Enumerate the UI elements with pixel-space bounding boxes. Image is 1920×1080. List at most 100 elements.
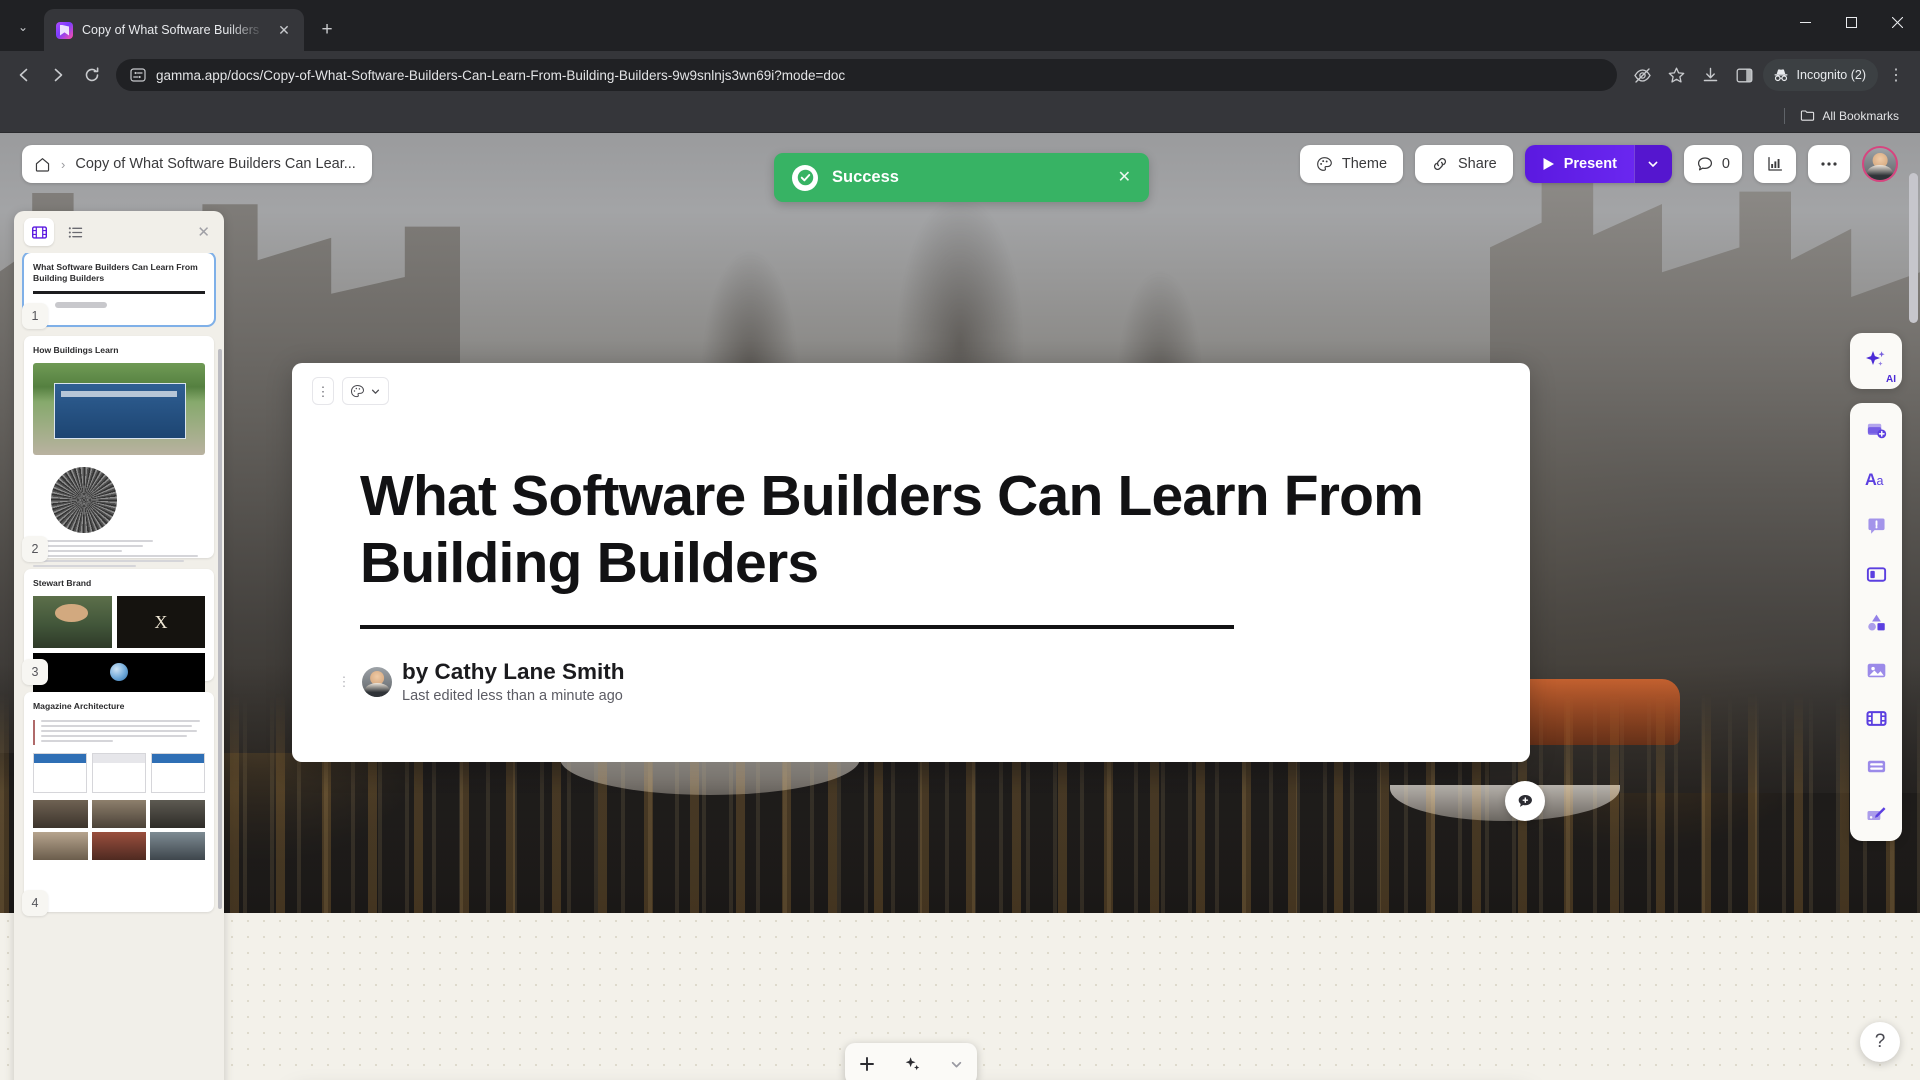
toast-message: Success bbox=[832, 168, 899, 186]
slide-number: 2 bbox=[22, 536, 48, 562]
list-icon bbox=[67, 224, 84, 241]
slide-title: What Software Builders Can Learn From Bu… bbox=[33, 262, 198, 284]
browser-tab[interactable]: Copy of What Software Builders ✕ bbox=[44, 9, 304, 51]
page-title[interactable]: What Software Builders Can Learn From Bu… bbox=[360, 463, 1450, 598]
breadcrumb-separator: › bbox=[61, 156, 66, 172]
page-settings-icon[interactable] bbox=[130, 67, 146, 83]
breadcrumb-title: Copy of What Software Builders Can Lear.… bbox=[75, 156, 356, 172]
tab-cards-view[interactable] bbox=[24, 218, 54, 246]
incognito-indicator[interactable]: Incognito (2) bbox=[1762, 59, 1878, 91]
eye-off-icon[interactable] bbox=[1627, 59, 1659, 91]
add-card-button[interactable] bbox=[858, 1055, 876, 1073]
forward-icon[interactable] bbox=[42, 59, 74, 91]
breadcrumb[interactable]: › Copy of What Software Builders Can Lea… bbox=[22, 145, 372, 183]
ai-tool-button[interactable]: AI bbox=[1850, 333, 1902, 389]
slide-thumbnail-3[interactable]: Stewart Brand 3 bbox=[22, 569, 214, 700]
thumb-image-book-x bbox=[117, 596, 205, 649]
analytics-button[interactable] bbox=[1754, 145, 1796, 183]
slide-title: Magazine Architecture bbox=[33, 701, 125, 711]
close-icon[interactable]: ✕ bbox=[1118, 169, 1131, 186]
embed-icon[interactable] bbox=[1857, 747, 1895, 785]
thumb-image-portrait bbox=[33, 596, 113, 649]
more-horizontal-icon bbox=[1820, 161, 1838, 167]
thumb-card bbox=[92, 753, 146, 794]
gamma-logo-icon bbox=[56, 21, 73, 39]
back-icon[interactable] bbox=[8, 59, 40, 91]
folder-icon bbox=[1800, 108, 1815, 123]
theme-button[interactable]: Theme bbox=[1299, 145, 1404, 183]
thumb-text-lines bbox=[33, 540, 205, 568]
insert-dropdown-button[interactable] bbox=[949, 1057, 964, 1072]
card-theme-button[interactable] bbox=[342, 377, 389, 405]
minimize-button[interactable] bbox=[1782, 0, 1828, 45]
slide-title: Stewart Brand bbox=[33, 578, 92, 588]
window-controls bbox=[1782, 0, 1920, 45]
more-options-button[interactable] bbox=[1808, 145, 1850, 183]
user-avatar[interactable] bbox=[1862, 146, 1898, 182]
present-dropdown-button[interactable] bbox=[1633, 145, 1672, 183]
incognito-label: Incognito (2) bbox=[1796, 68, 1866, 82]
tab-outline-view[interactable] bbox=[60, 218, 90, 246]
title-divider bbox=[360, 625, 1234, 629]
bar-chart-icon bbox=[1766, 155, 1784, 173]
maximize-button[interactable] bbox=[1828, 0, 1874, 45]
image-icon[interactable] bbox=[1857, 651, 1895, 689]
video-icon[interactable] bbox=[1857, 699, 1895, 737]
add-card-icon[interactable] bbox=[1857, 411, 1895, 449]
author-text: by Cathy Lane Smith Last edited less tha… bbox=[402, 659, 625, 704]
draw-icon[interactable] bbox=[1857, 795, 1895, 833]
thumb-image-row bbox=[33, 596, 205, 649]
all-bookmarks-button[interactable]: All Bookmarks bbox=[1793, 104, 1906, 127]
slide-thumbnail-list[interactable]: What Software Builders Can Learn From Bu… bbox=[14, 253, 224, 1080]
incognito-hat-icon bbox=[1772, 66, 1790, 84]
sparkle-icon bbox=[1863, 348, 1889, 374]
card-toolbar: ⋮ bbox=[312, 377, 389, 405]
close-icon[interactable]: ✕ bbox=[274, 20, 294, 40]
home-icon[interactable] bbox=[34, 156, 51, 173]
tab-title: Copy of What Software Builders bbox=[82, 23, 260, 37]
slide-thumbnail-2[interactable]: How Buildings Learn 2 bbox=[22, 336, 214, 568]
slide-thumbnail-4[interactable]: Magazine Architecture 4 bbox=[22, 692, 214, 916]
chevron-down-icon: ⌄ bbox=[17, 20, 29, 34]
success-toast: Success ✕ bbox=[774, 153, 1149, 202]
address-bar[interactable]: gamma.app/docs/Copy-of-What-Software-Bui… bbox=[116, 59, 1617, 91]
slide-thumbnail-1[interactable]: What Software Builders Can Learn From Bu… bbox=[22, 253, 216, 329]
thumb-quote-block bbox=[33, 720, 205, 746]
card-drag-handle[interactable]: ⋮ bbox=[312, 377, 334, 405]
author-drag-handle[interactable]: ⋮ bbox=[336, 675, 352, 688]
document-card-title[interactable]: ⋮ What Software Builders Can Learn From … bbox=[292, 363, 1530, 762]
filmstrip-icon bbox=[31, 224, 48, 241]
browser-window: ⌄ Copy of What Software Builders ✕ + gam… bbox=[0, 0, 1920, 1080]
palette-icon bbox=[1316, 156, 1333, 173]
shapes-icon[interactable] bbox=[1857, 603, 1895, 641]
callout-icon[interactable] bbox=[1857, 507, 1895, 545]
thumb-card bbox=[33, 753, 87, 794]
ai-sparkle-button[interactable] bbox=[903, 1055, 922, 1074]
help-button[interactable]: ? bbox=[1860, 1022, 1900, 1062]
check-circle-icon bbox=[792, 164, 818, 191]
layout-icon[interactable] bbox=[1857, 555, 1895, 593]
share-button[interactable]: Share bbox=[1415, 145, 1513, 183]
reload-icon[interactable] bbox=[76, 59, 108, 91]
slide-panel: ✕ What Software Builders Can Learn From … bbox=[14, 211, 224, 1080]
text-aa-icon[interactable]: Aa bbox=[1857, 459, 1895, 497]
browser-menu-icon[interactable]: ⋮ bbox=[1880, 59, 1912, 91]
present-button[interactable]: Present bbox=[1524, 145, 1634, 183]
play-icon bbox=[1542, 157, 1555, 171]
header-actions: Theme Share Present 0 bbox=[1299, 145, 1898, 183]
author-block[interactable]: ⋮ by Cathy Lane Smith Last edited less t… bbox=[336, 659, 625, 704]
bookmark-star-icon[interactable] bbox=[1661, 59, 1693, 91]
tab-search-button[interactable]: ⌄ bbox=[6, 10, 40, 44]
download-icon[interactable] bbox=[1695, 59, 1727, 91]
window-close-button[interactable] bbox=[1874, 0, 1920, 45]
palette-icon bbox=[350, 384, 365, 399]
side-panel-icon[interactable] bbox=[1729, 59, 1761, 91]
slide-panel-scrollbar[interactable] bbox=[218, 349, 222, 909]
page-scrollbar[interactable] bbox=[1909, 173, 1918, 323]
slide-number: 4 bbox=[22, 890, 48, 916]
add-comment-icon[interactable] bbox=[1505, 781, 1545, 821]
new-tab-button[interactable]: + bbox=[312, 15, 342, 45]
comments-button[interactable]: 0 bbox=[1683, 145, 1742, 183]
bookmarks-bar: All Bookmarks bbox=[0, 99, 1920, 133]
close-icon[interactable]: ✕ bbox=[193, 221, 214, 243]
